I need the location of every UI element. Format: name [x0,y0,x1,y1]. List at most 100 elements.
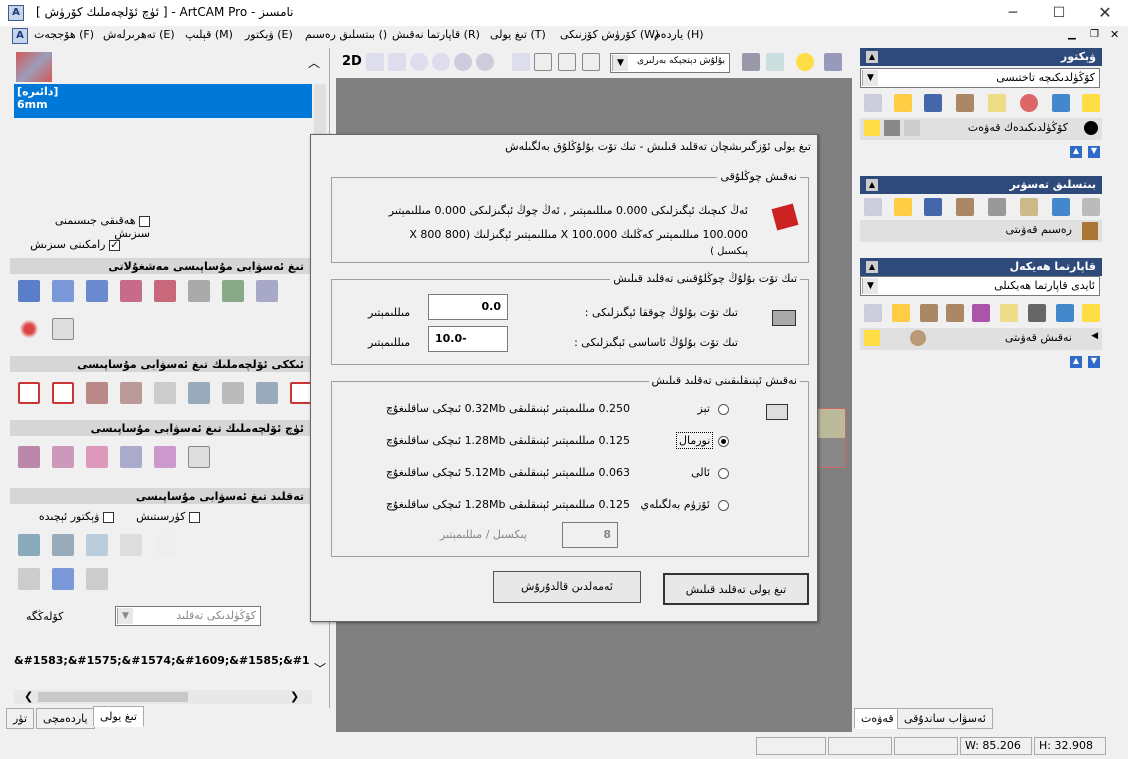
cancel-button[interactable]: ئەمەلدىن قالدۇرۇش [493,571,641,603]
zoom-fit-icon[interactable] [454,53,472,71]
rest-machining-icon[interactable] [86,446,108,468]
collapse-icon[interactable]: ▲ [866,179,878,191]
front-view-icon[interactable] [534,53,552,71]
vector-sheet-select[interactable]: كۆڭۈلدىكىچە تاختىسى ▼ [860,68,1100,88]
mdi-close-icon[interactable]: ✕ [1110,28,1119,41]
relief-layer-row[interactable]: نەقىش قەۋىتى ◀ [860,328,1102,350]
mdi-minimize-icon[interactable]: ▁ [1068,29,1076,40]
iso-view-icon[interactable] [512,53,530,71]
base-height-input[interactable]: -10.0 [428,326,508,352]
move-down-icon[interactable]: ▼ [1088,146,1100,158]
relief-color-icon[interactable] [972,304,990,322]
menu-bitmap[interactable]: بىتسلىق رەسىم () [305,28,387,41]
relief-blend-icon[interactable] [910,330,926,346]
frame-checkbox-row[interactable]: ✓ رامكىنى سىزىش [20,238,120,251]
peak-height-input[interactable]: 0.0 [428,294,508,320]
simulate-block-icon[interactable] [86,534,108,556]
maximize-button[interactable]: ☐ [1036,0,1082,26]
mdi-restore-icon[interactable]: ❐ [1090,29,1099,40]
merge-layer-icon[interactable] [956,94,974,112]
side-view-icon[interactable] [558,53,576,71]
bevel-icon[interactable] [120,382,142,404]
engrave-icon[interactable] [154,382,176,404]
color-icon[interactable] [1020,94,1038,112]
transform-icon[interactable] [154,280,176,302]
preview-icon[interactable] [52,318,74,340]
profile-icon[interactable] [18,382,40,404]
in-vector-checkbox-row[interactable]: ۋېكتور ئېچىدە [18,510,114,523]
show-checkbox[interactable] [189,511,200,523]
relief-lock-icon[interactable] [1000,304,1018,322]
simulate-selected-icon[interactable] [52,534,74,556]
solid-checkbox-row[interactable]: ھەقىقى جىسىمنى سىزىش [20,214,150,240]
bitmap-header[interactable]: بىتسلىق تەسۋىر ▲ [860,176,1102,194]
sim-export-icon[interactable] [86,568,108,590]
menu-toolpaths[interactable]: تىغ يولى (T) [490,28,546,41]
rotate-view-icon[interactable] [366,53,384,71]
section-3d-toolpaths[interactable]: ئۈچ ئۆلچەملىك تىغ ئەسۋابى مۇساپىسى [10,420,310,436]
new-bitmap-icon[interactable] [864,198,882,216]
image-icon[interactable] [1020,198,1038,216]
axis-icon[interactable] [766,53,784,71]
simulate-icon[interactable] [222,280,244,302]
frame-checkbox[interactable]: ✓ [109,239,120,251]
machine-relief-icon[interactable] [18,446,40,468]
tab-layers[interactable]: قەۋەت [854,708,901,729]
zoom-box-icon[interactable] [476,53,494,71]
radio-custom[interactable] [718,500,729,511]
tab-assistant[interactable]: ياردەمچى [36,708,95,729]
expand-arrow-icon[interactable]: ◀ [1091,331,1098,341]
bulb-icon[interactable] [864,120,880,136]
new-layer-icon[interactable] [864,94,882,112]
lock-icon[interactable] [988,94,1006,112]
tab-toolbox[interactable]: ئەسۋاب ساندۇقى [897,708,993,729]
section-sim-toolpaths[interactable]: تەقلىد تىغ ئەسۋابى مۇساپىسى [10,488,310,504]
drill-icon[interactable] [188,382,210,404]
delete-icon[interactable] [1052,94,1070,112]
merge-icon[interactable] [120,280,142,302]
bitmap-view-icon[interactable] [988,198,1006,216]
vector-header[interactable]: ۋېكتور ▲ [860,48,1102,66]
collapse-down-icon[interactable]: ﹀ [314,660,326,677]
horizontal-scrollbar[interactable]: ❮ ❯ [14,690,312,704]
v-bit-icon[interactable] [86,382,108,404]
zoom-in-icon[interactable] [410,53,428,71]
3d-machining-icon[interactable] [120,446,142,468]
bitmap-settings-icon[interactable] [1082,198,1100,216]
merge-relief-icon[interactable] [920,304,938,322]
new-relief-icon[interactable] [864,304,882,322]
collapse-icon[interactable]: ▲ [866,51,878,63]
scroll-thumb[interactable] [38,692,188,702]
save-bitmap-icon[interactable] [924,198,942,216]
shading-select[interactable]: كۆڭۈلدىكى تەقلىد ▼ [115,606,261,626]
minimize-button[interactable]: ─ [990,0,1036,26]
scroll-left-icon[interactable]: ❮ [24,690,33,703]
radio-high-label[interactable]: ئالى [652,466,710,479]
radio-custom-label[interactable]: ئۆزۈم بەلگىلەي [632,498,710,511]
radio-fast[interactable] [718,404,729,415]
section-toolpath-ops[interactable]: تىغ ئەسۋابى مۇساپىسى مەشغۇلاتى [10,258,310,274]
open-relief-icon[interactable] [892,304,910,322]
menu-vector[interactable]: ۋېكتور (E) [245,28,293,41]
relief-move-down-icon[interactable]: ▼ [1088,356,1100,368]
block-icon[interactable] [256,280,278,302]
radio-high[interactable] [718,468,729,479]
collapse-icon[interactable]: ▲ [866,261,878,273]
open-folder-icon[interactable] [894,94,912,112]
menu-window[interactable]: كۆرۈش كۆزنىكى (W) [560,28,659,41]
relief-light-icon[interactable] [1082,304,1100,322]
list-item[interactable]: 6mm [17,98,309,111]
menu-edit[interactable]: تەھرىرلەش (E) [103,28,175,41]
relief-settings-icon[interactable] [1028,304,1046,322]
fluting-icon[interactable] [290,382,312,404]
custom-resolution-input[interactable]: 8 [562,522,618,548]
lightbulb-icon[interactable] [796,53,814,71]
menu-help[interactable]: ياردەم (H) [654,28,704,41]
section-2d-toolpaths[interactable]: ئىككى ئۆلچەملىك تىغ ئەسۋابى مۇساپىسى [10,356,310,372]
vector-layer-row[interactable]: كۆڭۈلدىكىدەك قەۋەت [860,118,1102,140]
menu-model[interactable]: قېلىپ (M) [185,28,233,41]
drill-points-icon[interactable] [18,318,40,340]
group-icon[interactable] [86,280,108,302]
zoom-out-icon[interactable] [432,53,450,71]
artcam-menu-icon[interactable]: A [12,28,28,44]
